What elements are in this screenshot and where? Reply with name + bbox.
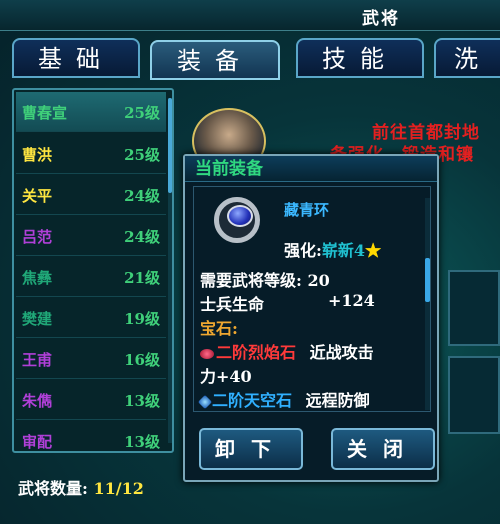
gem-1-value: 力+40 <box>200 367 252 386</box>
equip-scrollbar[interactable] <box>425 198 430 410</box>
general-level: 24级 <box>124 228 160 246</box>
gem-2-name: 二阶天空石 <box>212 391 293 410</box>
general-name: 吕范 <box>22 228 53 246</box>
enhance-value: 崭新4 <box>321 241 366 260</box>
stat-value: +124 <box>328 291 375 310</box>
window-titlebar: 武将 <box>0 0 500 31</box>
gem-section: 宝石: <box>200 315 238 339</box>
equip-panel-title: 当前装备 <box>185 156 437 182</box>
general-level: 13级 <box>124 433 160 451</box>
general-row[interactable]: 樊建 19级 <box>16 298 166 338</box>
tab-wash[interactable]: 洗 <box>434 38 500 78</box>
equip-details: 藏青环 强化:崭新4★ 需要武将等级: 20 士兵生命 +124 宝石: 二阶烈… <box>193 186 431 412</box>
general-level: 21级 <box>124 269 160 287</box>
gem-1-effect: 近战攻击 <box>309 343 374 362</box>
gem-1-line: 二阶烈焰石 近战攻击 <box>200 339 374 363</box>
general-row[interactable]: 审配 13级 <box>16 421 166 461</box>
tab-basic[interactable]: 基础 <box>12 38 140 78</box>
unequip-button[interactable]: 卸下 <box>199 428 303 470</box>
requirement-line: 需要武将等级: 20 <box>200 267 330 291</box>
enhance-label: 强化: <box>284 241 322 260</box>
general-level: 24级 <box>124 187 160 205</box>
gem-label: 宝石: <box>200 319 238 338</box>
general-row[interactable]: 曹洪 25级 <box>16 134 166 174</box>
general-level: 16级 <box>124 351 160 369</box>
equipment-tooltip: 当前装备 藏青环 强化:崭新4★ 需要武将等级: 20 士兵生命 +124 宝石… <box>183 154 439 482</box>
equip-slot[interactable] <box>448 270 500 346</box>
window-title: 武将 <box>362 9 400 29</box>
star-icon: ★ <box>365 241 382 260</box>
gem-2-effect: 远程防御 <box>305 391 370 410</box>
general-level: 25级 <box>124 146 160 164</box>
general-list: 曹春宣 25级 曹洪 25级 关平 24级 吕范 24级 焦彝 21级 樊建 1… <box>12 88 174 453</box>
enhance-line: 强化:崭新4★ <box>284 237 381 261</box>
general-name: 曹洪 <box>22 146 53 164</box>
general-list-scrollbar[interactable] <box>168 98 172 443</box>
general-row[interactable]: 朱儁 13级 <box>16 380 166 420</box>
gem-1-name: 二阶烈焰石 <box>216 343 297 362</box>
ring-icon <box>214 197 260 243</box>
general-count-label: 武将数量: <box>18 479 88 498</box>
general-row[interactable]: 王甫 16级 <box>16 339 166 379</box>
req-label: 需要武将等级: <box>200 271 302 290</box>
close-button[interactable]: 关闭 <box>331 428 435 470</box>
general-name: 樊建 <box>22 310 53 328</box>
general-name: 王甫 <box>22 351 53 369</box>
gem-2-line: 二阶天空石 远程防御 <box>197 387 370 411</box>
scrollbar-thumb[interactable] <box>168 98 172 193</box>
sky-gem-icon <box>197 394 213 409</box>
flame-gem-icon <box>200 348 214 359</box>
general-level: 25级 <box>124 104 160 122</box>
general-name: 审配 <box>22 433 53 451</box>
general-row[interactable]: 焦彝 21级 <box>16 257 166 297</box>
general-row[interactable]: 吕范 24级 <box>16 216 166 256</box>
general-level: 19级 <box>124 310 160 328</box>
general-count-value: 11/12 <box>93 479 144 498</box>
scrollbar-thumb[interactable] <box>425 258 430 302</box>
general-row[interactable]: 关平 24级 <box>16 175 166 215</box>
general-level: 13级 <box>124 392 160 410</box>
req-value: 20 <box>307 271 330 290</box>
item-name: 藏青环 <box>284 201 330 219</box>
general-name: 关平 <box>22 187 53 205</box>
general-count: 武将数量: 11/12 <box>18 475 144 499</box>
general-name: 曹春宣 <box>22 104 68 122</box>
general-name: 焦彝 <box>22 269 53 287</box>
tab-skills[interactable]: 技能 <box>296 38 424 78</box>
general-name: 朱儁 <box>22 392 53 410</box>
general-row[interactable]: 曹春宣 25级 <box>16 92 166 132</box>
stat-line: 士兵生命 +124 <box>200 291 375 315</box>
equip-slot[interactable] <box>448 356 500 434</box>
tab-equipment[interactable]: 装备 <box>150 40 280 80</box>
stat-label: 士兵生命 <box>200 295 265 314</box>
